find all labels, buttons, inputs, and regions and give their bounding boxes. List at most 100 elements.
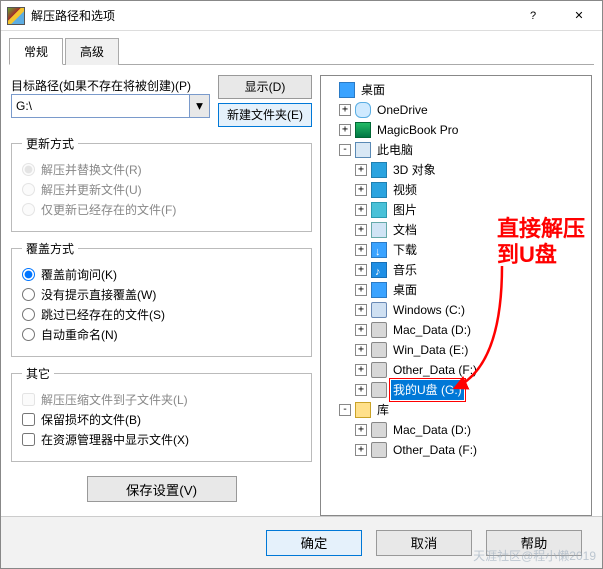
expander-icon[interactable]: +	[339, 124, 351, 136]
expander-icon[interactable]: +	[355, 324, 367, 336]
tree-node[interactable]: - 此电脑	[323, 140, 589, 160]
update-mode-group: 更新方式 解压并替换文件(R) 解压并更新文件(U) 仅更新已经存在的文件(F)	[11, 135, 312, 232]
expander-icon[interactable]: +	[355, 184, 367, 196]
folder-tree[interactable]: 桌面+OneDrive+MagicBook Pro-此电脑+3D 对象+视频+图…	[320, 75, 592, 516]
overwrite-mode-group: 覆盖方式 覆盖前询问(K) 没有提示直接覆盖(W) 跳过已经存在的文件(S) 自…	[11, 240, 312, 357]
folder-icon	[371, 182, 387, 198]
tree-node[interactable]: +Mac_Data (D:)	[323, 320, 589, 340]
tree-label: 下载	[391, 240, 419, 260]
folder-icon	[355, 402, 371, 418]
tree-label: Win_Data (E:)	[391, 340, 470, 360]
tree-node[interactable]: + OneDrive	[323, 100, 589, 120]
folder-icon	[355, 142, 371, 158]
app-icon	[7, 7, 25, 25]
tree-node[interactable]: + 视频	[323, 180, 589, 200]
expander-icon[interactable]: +	[355, 264, 367, 276]
right-panel: 桌面+OneDrive+MagicBook Pro-此电脑+3D 对象+视频+图…	[320, 75, 592, 516]
tree-label: MagicBook Pro	[375, 120, 460, 140]
tree-label: 库	[375, 400, 391, 420]
folder-icon	[371, 222, 387, 238]
expander-icon[interactable]: +	[355, 384, 367, 396]
dialog-window: 解压路径和选项 ? ✕ 常规 高级 目标路径(如果不存在将被创建)(P) ▾ 显…	[0, 0, 603, 569]
content: 目标路径(如果不存在将被创建)(P) ▾ 显示(D) 新建文件夹(E) 更新方式…	[1, 65, 602, 516]
opt-show-explorer[interactable]: 在资源管理器中显示文件(X)	[22, 431, 301, 448]
close-icon[interactable]: ✕	[556, 2, 602, 30]
tree-node[interactable]: + 下载	[323, 240, 589, 260]
tree-node[interactable]: 桌面	[323, 80, 589, 100]
folder-icon	[371, 342, 387, 358]
tree-node[interactable]: +我的U盘 (G:)	[323, 380, 589, 400]
path-dropdown-button[interactable]: ▾	[190, 94, 210, 118]
tab-advanced[interactable]: 高级	[65, 38, 119, 65]
tree-label: 3D 对象	[391, 160, 438, 180]
expander-icon[interactable]: +	[355, 204, 367, 216]
tree-label: Mac_Data (D:)	[391, 420, 473, 440]
tree-node[interactable]: + Win_Data (E:)	[323, 340, 589, 360]
expander-icon[interactable]: +	[355, 344, 367, 356]
folder-icon	[371, 242, 387, 258]
tree-node[interactable]: +Other_Data (F:)	[323, 360, 589, 380]
overwrite-mode-legend: 覆盖方式	[22, 240, 78, 257]
folder-icon	[371, 262, 387, 278]
folder-icon	[371, 362, 387, 378]
newfolder-button[interactable]: 新建文件夹(E)	[218, 103, 312, 127]
tabs: 常规 高级	[9, 37, 594, 65]
opt-ask-overwrite[interactable]: 覆盖前询问(K)	[22, 266, 301, 283]
folder-icon	[371, 322, 387, 338]
tree-label: 桌面	[359, 80, 387, 100]
folder-icon	[371, 382, 387, 398]
tree-node[interactable]: + 桌面	[323, 280, 589, 300]
tab-general[interactable]: 常规	[9, 38, 63, 65]
opt-overwrite-no-prompt[interactable]: 没有提示直接覆盖(W)	[22, 286, 301, 303]
tree-node[interactable]: + Other_Data (F:)	[323, 440, 589, 460]
tree-label: 桌面	[391, 280, 419, 300]
folder-icon	[371, 282, 387, 298]
opt-subfolder: 解压压缩文件到子文件夹(L)	[22, 391, 301, 408]
folder-icon	[339, 82, 355, 98]
tree-node[interactable]: + MagicBook Pro	[323, 120, 589, 140]
cancel-button[interactable]: 取消	[376, 530, 472, 556]
save-settings-button[interactable]: 保存设置(V)	[87, 476, 237, 502]
opt-auto-rename[interactable]: 自动重命名(N)	[22, 326, 301, 343]
watermark: 天涯社区@程小懒2019	[473, 547, 596, 564]
tree-node[interactable]: + 音乐	[323, 260, 589, 280]
tree-node[interactable]: + 图片	[323, 200, 589, 220]
left-panel: 目标路径(如果不存在将被创建)(P) ▾ 显示(D) 新建文件夹(E) 更新方式…	[11, 75, 312, 516]
expander-icon[interactable]: +	[355, 304, 367, 316]
folder-icon	[371, 162, 387, 178]
tree-label: 音乐	[391, 260, 419, 280]
tree-node[interactable]: +Windows (C:)	[323, 300, 589, 320]
tree-node[interactable]: +3D 对象	[323, 160, 589, 180]
tree-label: 文档	[391, 220, 419, 240]
expander-icon[interactable]: +	[339, 104, 351, 116]
expander-icon[interactable]: +	[355, 364, 367, 376]
expander-icon[interactable]: -	[339, 144, 351, 156]
opt-extract-update: 解压并更新文件(U)	[22, 181, 301, 198]
expander-icon[interactable]: +	[355, 424, 367, 436]
expander-icon[interactable]: -	[339, 404, 351, 416]
expander-icon[interactable]: +	[355, 444, 367, 456]
expander-icon[interactable]: +	[355, 164, 367, 176]
expander-icon[interactable]: +	[355, 284, 367, 296]
display-button[interactable]: 显示(D)	[218, 75, 312, 99]
path-input[interactable]	[11, 94, 190, 118]
opt-skip-existing[interactable]: 跳过已经存在的文件(S)	[22, 306, 301, 323]
help-button-icon[interactable]: ?	[510, 2, 556, 30]
tree-label: Other_Data (F:)	[391, 440, 479, 460]
folder-icon	[371, 202, 387, 218]
tree-node[interactable]: -库	[323, 400, 589, 420]
ok-button[interactable]: 确定	[266, 530, 362, 556]
update-mode-legend: 更新方式	[22, 135, 78, 152]
folder-icon	[371, 442, 387, 458]
tree-label: 此电脑	[375, 140, 415, 160]
expander-icon[interactable]: +	[355, 244, 367, 256]
tree-node[interactable]: + Mac_Data (D:)	[323, 420, 589, 440]
tree-label: OneDrive	[375, 100, 430, 120]
tree-label: 视频	[391, 180, 419, 200]
expander-icon[interactable]: +	[355, 224, 367, 236]
tree-label: 图片	[391, 200, 419, 220]
titlebar: 解压路径和选项 ? ✕	[1, 1, 602, 31]
misc-group: 其它 解压压缩文件到子文件夹(L) 保留损坏的文件(B) 在资源管理器中显示文件…	[11, 365, 312, 462]
opt-keep-broken[interactable]: 保留损坏的文件(B)	[22, 411, 301, 428]
tree-node[interactable]: + 文档	[323, 220, 589, 240]
